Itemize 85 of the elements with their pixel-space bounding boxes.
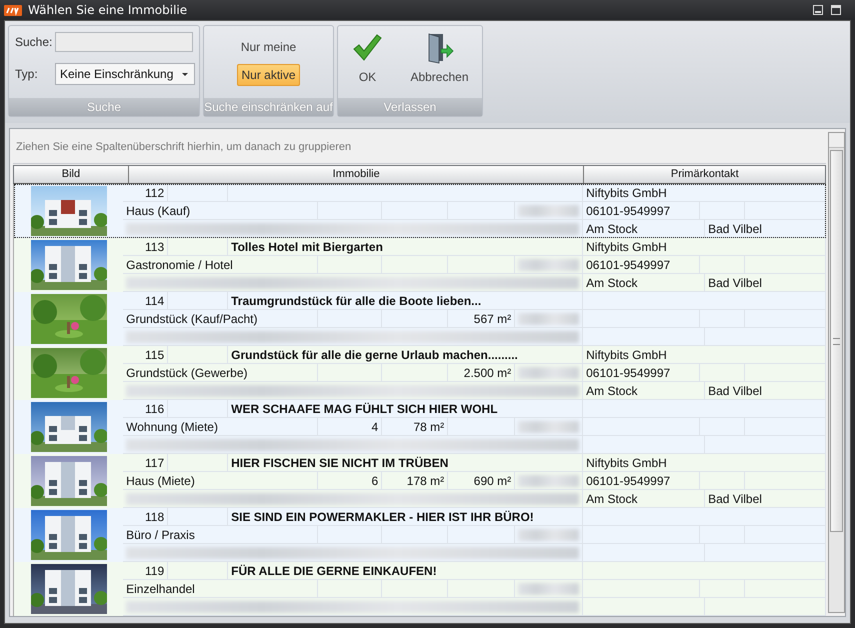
- table-cell: 117: [144, 456, 164, 470]
- table-cell: 119: [144, 564, 164, 578]
- caret-icon: [182, 72, 188, 76]
- table-cell: Tolles Hotel mit Biergarten: [231, 240, 383, 254]
- search-field[interactable]: [55, 32, 193, 52]
- blurred-value: [518, 528, 580, 540]
- group-hint: Ziehen Sie eine Spaltenüberschrift hierhin, um danach zu gruppieren: [13, 129, 826, 164]
- blurred-value: [518, 420, 580, 432]
- table-cell: 06101-9549997: [586, 258, 670, 272]
- table-cell: Am Stock: [586, 492, 638, 506]
- field-label: Suche:: [15, 35, 54, 49]
- table-row[interactable]: 112 Haus (Kauf) Niftybits GmbH 06101-9549997 Am Stock Bad Vilbel: [14, 184, 826, 238]
- table-cell: Am Stock: [586, 222, 638, 236]
- column-header[interactable]: Bild: [14, 166, 129, 183]
- table-cell: Wohnung (Miete): [126, 420, 218, 434]
- table-cell: 2.500 m²: [464, 366, 512, 380]
- blurred-value: [518, 258, 580, 270]
- table-row[interactable]: 117 HIER FISCHEN SIE NICHT IM TRÜBEN Haus (Miete) 6 178 m² 690 m² Niftybits GmbH 06101-9549997 Am Stock Bad Vilbel: [14, 454, 826, 508]
- table-cell: WER SCHAAFE MAG FÜHLT SICH HIER WOHL: [231, 402, 498, 416]
- table-cell: 114: [144, 294, 164, 308]
- group-caption: Suche: [9, 98, 199, 116]
- table-cell: Niftybits GmbH: [586, 456, 667, 470]
- table-cell: Haus (Miete): [126, 474, 195, 488]
- table-cell: Gastronomie / Hotel: [126, 258, 233, 272]
- field-label: Typ:: [15, 67, 39, 81]
- table-cell: 178 m²: [406, 474, 444, 488]
- table-cell: 112: [144, 186, 164, 200]
- blurred-value: [518, 474, 580, 486]
- table-cell: 06101-9549997: [586, 366, 670, 380]
- table-cell: 4: [371, 420, 378, 434]
- blurred-value: [518, 312, 580, 324]
- table-cell: 690 m²: [474, 474, 512, 488]
- table-cell: Niftybits GmbH: [586, 186, 667, 200]
- table-cell: 118: [144, 510, 164, 524]
- table-row[interactable]: 113 Tolles Hotel mit Biergarten Gastronomie / Hotel Niftybits GmbH 06101-9549997 Am Stock Bad Vilbel: [14, 238, 826, 292]
- table-cell: Bad Vilbel: [708, 384, 762, 398]
- table-cell: Büro / Praxis: [126, 528, 195, 542]
- maximize-icon[interactable]: [831, 5, 841, 15]
- table-cell: Bad Vilbel: [708, 492, 762, 506]
- app-logo-icon: [4, 4, 22, 16]
- table-cell: 567 m²: [474, 312, 512, 326]
- filter-toggle-button[interactable]: Nur aktive: [237, 64, 300, 86]
- table-cell: Bad Vilbel: [708, 222, 762, 236]
- blurred-value: [518, 582, 580, 594]
- group-caption: Suche einschränken auf: [204, 98, 333, 116]
- table-cell: 78 m²: [413, 420, 444, 434]
- table-cell: Grundstück (Kauf/Pacht): [126, 312, 258, 326]
- blurred-value: [518, 204, 580, 216]
- table-cell: Grundstück (Gewerbe): [126, 366, 248, 380]
- table-cell: 113: [144, 240, 164, 254]
- table-cell: 06101-9549997: [586, 204, 670, 218]
- table-cell: 115: [144, 348, 164, 362]
- table-row[interactable]: 115 Grundstück für alle die gerne Urlaub machen......... Grundstück (Gewerbe) 2.500 m² Niftybits GmbH 06101-9549997 Am Stock Bad Vilbel: [14, 346, 826, 400]
- table-row[interactable]: 116 WER SCHAAFE MAG FÜHLT SICH HIER WOHL Wohnung (Miete) 4 78 m²: [14, 400, 826, 454]
- table-cell: Grundstück für alle die gerne Urlaub machen.........: [231, 348, 518, 362]
- table-cell: SIE SIND EIN POWERMAKLER - HIER IST IHR BÜRO!: [231, 510, 534, 524]
- table-row[interactable]: 118 SIE SIND EIN POWERMAKLER - HIER IST IHR BÜRO! Büro / Praxis: [14, 508, 826, 562]
- vertical-scrollbar[interactable]: [828, 132, 845, 613]
- blurred-value: [518, 366, 580, 378]
- table-row[interactable]: 119 FÜR ALLE DIE GERNE EINKAUFEN! Einzelhandel: [14, 562, 826, 616]
- scrollbar-thumb[interactable]: [830, 150, 843, 532]
- table-cell: Niftybits GmbH: [586, 240, 667, 254]
- table-cell: 116: [144, 402, 164, 416]
- type-dropdown[interactable]: Keine Einschränkung: [55, 63, 195, 85]
- table-cell: Am Stock: [586, 384, 638, 398]
- column-header[interactable]: Immobilie: [128, 166, 584, 183]
- filter-toggle-button[interactable]: Nur meine: [236, 36, 300, 58]
- table-cell: Einzelhandel: [126, 582, 195, 596]
- table-cell: FÜR ALLE DIE GERNE EINKAUFEN!: [231, 564, 437, 578]
- scroll-up-icon[interactable]: [829, 133, 844, 148]
- window-title: Wählen Sie eine Immobilie: [28, 3, 188, 17]
- table-cell: Niftybits GmbH: [586, 348, 667, 362]
- table-row[interactable]: 114 Traumgrundstück für alle die Boote lieben... Grundstück (Kauf/Pacht) 567 m²: [14, 292, 826, 346]
- table-cell: 06101-9549997: [586, 474, 670, 488]
- table-cell: Am Stock: [586, 276, 638, 290]
- group-caption: Verlassen: [338, 98, 482, 116]
- table-cell: HIER FISCHEN SIE NICHT IM TRÜBEN: [231, 456, 448, 470]
- table-cell: Bad Vilbel: [708, 276, 762, 290]
- table-cell: Traumgrundstück für alle die Boote lieben...: [231, 294, 482, 308]
- ok-button[interactable]: OK: [347, 30, 388, 86]
- cancel-button[interactable]: Abbrechen: [406, 30, 472, 86]
- minimize-icon[interactable]: [813, 5, 823, 15]
- column-header[interactable]: Primärkontakt: [584, 166, 826, 183]
- table-cell: 6: [371, 474, 378, 488]
- table-cell: Haus (Kauf): [126, 204, 190, 218]
